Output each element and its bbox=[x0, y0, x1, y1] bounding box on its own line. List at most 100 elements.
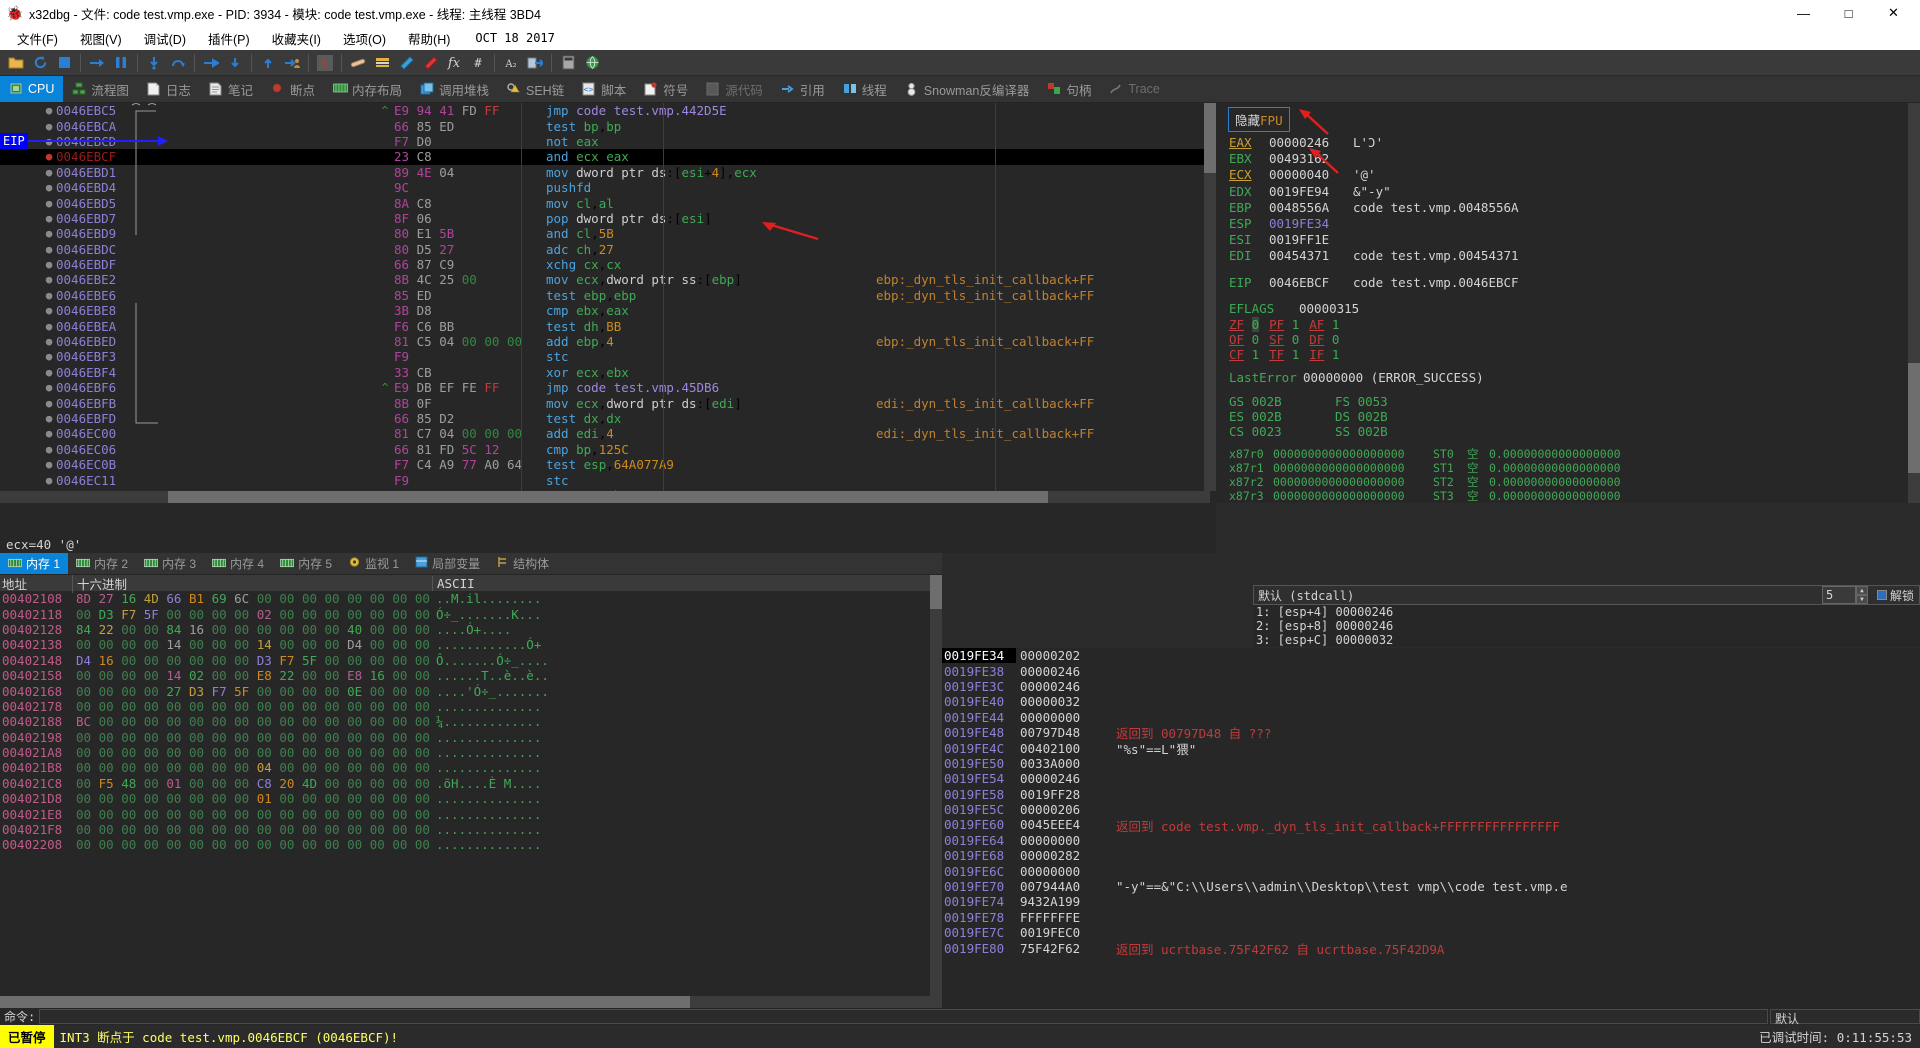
font-size-icon[interactable]: A₂ bbox=[499, 52, 523, 74]
tab-trace[interactable]: Trace bbox=[1100, 76, 1169, 102]
scylla-icon[interactable]: S bbox=[313, 52, 337, 74]
patch-icon[interactable] bbox=[346, 52, 370, 74]
tab-references[interactable]: 引用 bbox=[772, 76, 834, 102]
flag-zf[interactable]: ZF 0 bbox=[1229, 317, 1259, 332]
disasm-breakpoint-dot[interactable]: ● bbox=[42, 397, 56, 410]
disasm-breakpoint-dot[interactable]: ● bbox=[42, 289, 56, 302]
hide-fpu-button[interactable]: 隐藏FPU bbox=[1228, 107, 1290, 132]
disasm-breakpoint-dot[interactable]: ● bbox=[42, 381, 56, 394]
disasm-row[interactable]: ●0046EBE685 EDtest ebp,ebpebp:_dyn_tls_i… bbox=[0, 288, 1216, 303]
pause-icon[interactable] bbox=[109, 52, 133, 74]
menu-file[interactable]: 文件(F) bbox=[6, 26, 69, 51]
unlock-toggle[interactable]: 解锁 bbox=[1872, 587, 1919, 604]
args-header[interactable]: 默认 (stdcall) 5 ▲▼ 解锁 bbox=[1253, 585, 1920, 605]
dump-vertical-scrollbar[interactable] bbox=[930, 575, 942, 1008]
stack-row[interactable]: 0019FE3C00000246 bbox=[942, 679, 1920, 694]
disasm-row[interactable]: ●0046EC0081 C7 04 00 00 00add edi,4edi:_… bbox=[0, 426, 1216, 441]
flag-pf[interactable]: PF 1 bbox=[1269, 317, 1299, 332]
tab-graph[interactable]: 流程图 bbox=[63, 76, 138, 102]
registers-vscroll-thumb[interactable] bbox=[1908, 363, 1920, 473]
open-file-icon[interactable] bbox=[4, 52, 28, 74]
dump-row[interactable]: 004021D800 00 00 00 00 00 00 00 01 00 00… bbox=[0, 791, 942, 806]
disasm-vertical-scrollbar[interactable] bbox=[1204, 103, 1216, 491]
tab-symbols[interactable]: 符号 bbox=[635, 76, 697, 102]
stack-row[interactable]: 0019FE3800000246 bbox=[942, 663, 1920, 678]
calculator-icon[interactable] bbox=[556, 52, 580, 74]
dump-tab-struct[interactable]: 结构体 bbox=[488, 553, 557, 574]
arg-row[interactable]: 3: [esp+C] 00000032 bbox=[1253, 633, 1920, 647]
disasm-row[interactable]: ●0046EBD78F 06pop dword ptr ds:[esi] bbox=[0, 211, 1216, 226]
stack-row[interactable]: 0019FE6800000282 bbox=[942, 848, 1920, 863]
eflags-row[interactable]: EFLAGS 00000315 bbox=[1216, 301, 1920, 317]
tab-breakpoints[interactable]: 断点 bbox=[262, 76, 324, 102]
dump-row[interactable]: 0040211800 D3 F7 5F 00 00 00 00 02 00 00… bbox=[0, 606, 942, 621]
run-to-cursor-icon[interactable] bbox=[256, 52, 280, 74]
stack-row[interactable]: 0019FE8075F42F62返回到 ucrtbase.75F42F62 自 … bbox=[942, 940, 1920, 955]
segment-ss[interactable]: SS 002B bbox=[1335, 424, 1431, 439]
disasm-row[interactable]: ●0046EBE28B 4C 25 00mov ecx,dword ptr ss… bbox=[0, 272, 1216, 287]
disasm-row[interactable]: ●0046EBF3F9stc bbox=[0, 349, 1216, 364]
disasm-row[interactable]: ●0046EBCF23 C8and ecx,eax bbox=[0, 149, 1216, 164]
dump-row[interactable]: 00402148D4 16 00 00 00 00 00 00 D3 F7 5F… bbox=[0, 653, 942, 668]
stop-icon[interactable] bbox=[52, 52, 76, 74]
step-out-icon[interactable] bbox=[223, 52, 247, 74]
flag-df[interactable]: DF 0 bbox=[1309, 332, 1339, 347]
run-to-user-icon[interactable] bbox=[280, 52, 304, 74]
memory-dump-panel[interactable]: 地址 十六进制 ASCII 004021088D 27 16 4D 66 B1 … bbox=[0, 575, 942, 1008]
dump-row[interactable]: 0040220800 00 00 00 00 00 00 00 00 00 00… bbox=[0, 837, 942, 852]
dump-row[interactable]: 004021E800 00 00 00 00 00 00 00 00 00 00… bbox=[0, 806, 942, 821]
flag-of[interactable]: OF 0 bbox=[1229, 332, 1259, 347]
disasm-breakpoint-dot[interactable]: ● bbox=[42, 273, 56, 286]
minimize-button[interactable]: — bbox=[1781, 0, 1826, 26]
dump-hscroll-thumb[interactable] bbox=[0, 996, 690, 1008]
tab-seh[interactable]: SEH链 bbox=[498, 76, 573, 102]
disasm-row[interactable]: ●0046EBD58A C8mov cl,al bbox=[0, 195, 1216, 210]
maximize-button[interactable]: □ bbox=[1826, 0, 1871, 26]
tab-log[interactable]: 日志 bbox=[138, 76, 200, 102]
register-row-ecx[interactable]: ECX00000040'@' bbox=[1216, 167, 1920, 183]
disasm-breakpoint-dot[interactable]: ● bbox=[42, 135, 56, 148]
disasm-row[interactable]: ●0046EBC5^E9 94 41 FD FFjmp code test.vm… bbox=[0, 103, 1216, 118]
disasm-row[interactable]: ●0046EBDF66 87 C9xchg cx,cx bbox=[0, 257, 1216, 272]
stack-row[interactable]: 0019FE4000000032 bbox=[942, 694, 1920, 709]
menu-debug[interactable]: 调试(D) bbox=[133, 26, 197, 51]
menu-help[interactable]: 帮助(H) bbox=[397, 26, 461, 51]
tab-snowman[interactable]: Snowman反编译器 bbox=[896, 76, 1039, 102]
disasm-row[interactable]: ●0046EBE83B D8cmp ebx,eax bbox=[0, 303, 1216, 318]
dump-row[interactable]: 004021088D 27 16 4D 66 B1 69 6C 00 00 00… bbox=[0, 591, 942, 606]
register-row-edi[interactable]: EDI00454371code test.vmp.00454371 bbox=[1216, 248, 1920, 264]
disasm-breakpoint-dot[interactable]: ● bbox=[42, 366, 56, 379]
disasm-row[interactable]: ●0046EBD49Cpushfd bbox=[0, 180, 1216, 195]
tab-threads[interactable]: 线程 bbox=[834, 76, 896, 102]
dump-row[interactable]: 0040215800 00 00 00 14 02 00 00 E8 22 00… bbox=[0, 668, 942, 683]
disasm-row[interactable]: ●0046EBCA66 85 EDtest bp,bp bbox=[0, 118, 1216, 133]
x87-register-row[interactable]: x87r30000000000000000000ST3空0.0000000000… bbox=[1216, 489, 1920, 503]
args-count-spinner[interactable]: ▲▼ bbox=[1856, 586, 1868, 604]
x87-register-row[interactable]: x87r20000000000000000000ST2空0.0000000000… bbox=[1216, 475, 1920, 489]
breakpoints-window-icon[interactable] bbox=[418, 52, 442, 74]
dump-row[interactable]: 0040219800 00 00 00 00 00 00 00 00 00 00… bbox=[0, 730, 942, 745]
disassembly-panel[interactable]: EIP ●0046EBC5^E9 94 41 FD FFjmp code tes… bbox=[0, 103, 1216, 503]
disasm-row[interactable]: ●0046EBFB8B 0Fmov ecx,dword ptr ds:[edi]… bbox=[0, 395, 1216, 410]
disasm-breakpoint-dot[interactable]: ● bbox=[42, 335, 56, 348]
disasm-row[interactable]: ●0046EBF433 CBxor ecx,ebx bbox=[0, 365, 1216, 380]
disasm-row[interactable]: ●0046EBF6^E9 DB EF FE FFjmp code test.vm… bbox=[0, 380, 1216, 395]
notes-window-icon[interactable] bbox=[394, 52, 418, 74]
command-input[interactable] bbox=[39, 1009, 1768, 1024]
command-context-value[interactable]: 默认 bbox=[1770, 1009, 1920, 1024]
register-row-ebp[interactable]: EBP0048556Acode test.vmp.0048556A bbox=[1216, 200, 1920, 216]
dump-row[interactable]: 004021A800 00 00 00 00 00 00 00 00 00 00… bbox=[0, 745, 942, 760]
step-into-icon[interactable] bbox=[142, 52, 166, 74]
disasm-breakpoint-dot[interactable]: ● bbox=[42, 304, 56, 317]
globe-icon[interactable] bbox=[580, 52, 604, 74]
dump-tab-watch-1[interactable]: 监视 1 bbox=[340, 553, 407, 574]
stack-row[interactable]: 0019FE500033A000 bbox=[942, 756, 1920, 771]
dump-tab-memory-1[interactable]: 内存 1 bbox=[0, 553, 68, 574]
disasm-breakpoint-dot[interactable]: ● bbox=[42, 166, 56, 179]
segment-gs[interactable]: GS 002B bbox=[1229, 394, 1325, 409]
tab-handles[interactable]: 句柄 bbox=[1038, 76, 1100, 102]
register-row-edx[interactable]: EDX0019FE94&"-y" bbox=[1216, 184, 1920, 200]
stack-row[interactable]: 0019FE5400000246 bbox=[942, 771, 1920, 786]
segment-es[interactable]: ES 002B bbox=[1229, 409, 1325, 424]
dump-row[interactable]: 00402188BC 00 00 00 00 00 00 00 00 00 00… bbox=[0, 714, 942, 729]
